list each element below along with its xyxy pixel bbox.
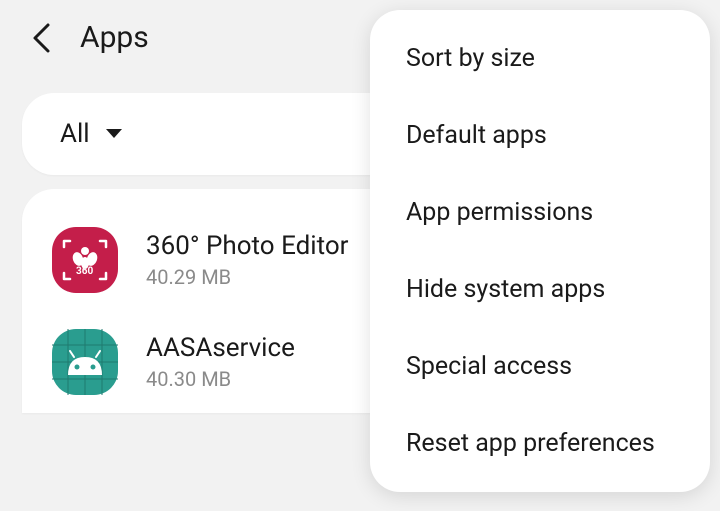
back-icon: [30, 22, 52, 54]
app-size: 40.29 MB: [146, 265, 349, 289]
menu-item-special-access[interactable]: Special access: [370, 328, 710, 405]
back-button[interactable]: [30, 22, 52, 54]
app-text: AASAservice 40.30 MB: [146, 333, 295, 391]
page-title: Apps: [80, 20, 149, 55]
app-name: AASAservice: [146, 333, 295, 363]
menu-item-app-permissions[interactable]: App permissions: [370, 174, 710, 251]
app-name: 360° Photo Editor: [146, 231, 349, 261]
menu-item-sort-by-size[interactable]: Sort by size: [370, 20, 710, 97]
svg-text:360: 360: [76, 266, 93, 277]
app-icon-aasaservice: [52, 329, 118, 395]
app-text: 360° Photo Editor 40.29 MB: [146, 231, 349, 289]
overflow-menu: Sort by size Default apps App permission…: [370, 10, 710, 492]
dropdown-icon: [104, 127, 124, 141]
filter-label: All: [60, 119, 90, 149]
app-icon-360photo: 360: [52, 227, 118, 293]
menu-item-hide-system-apps[interactable]: Hide system apps: [370, 251, 710, 328]
app-size: 40.30 MB: [146, 367, 295, 391]
menu-item-default-apps[interactable]: Default apps: [370, 97, 710, 174]
menu-item-reset-app-preferences[interactable]: Reset app preferences: [370, 405, 710, 482]
